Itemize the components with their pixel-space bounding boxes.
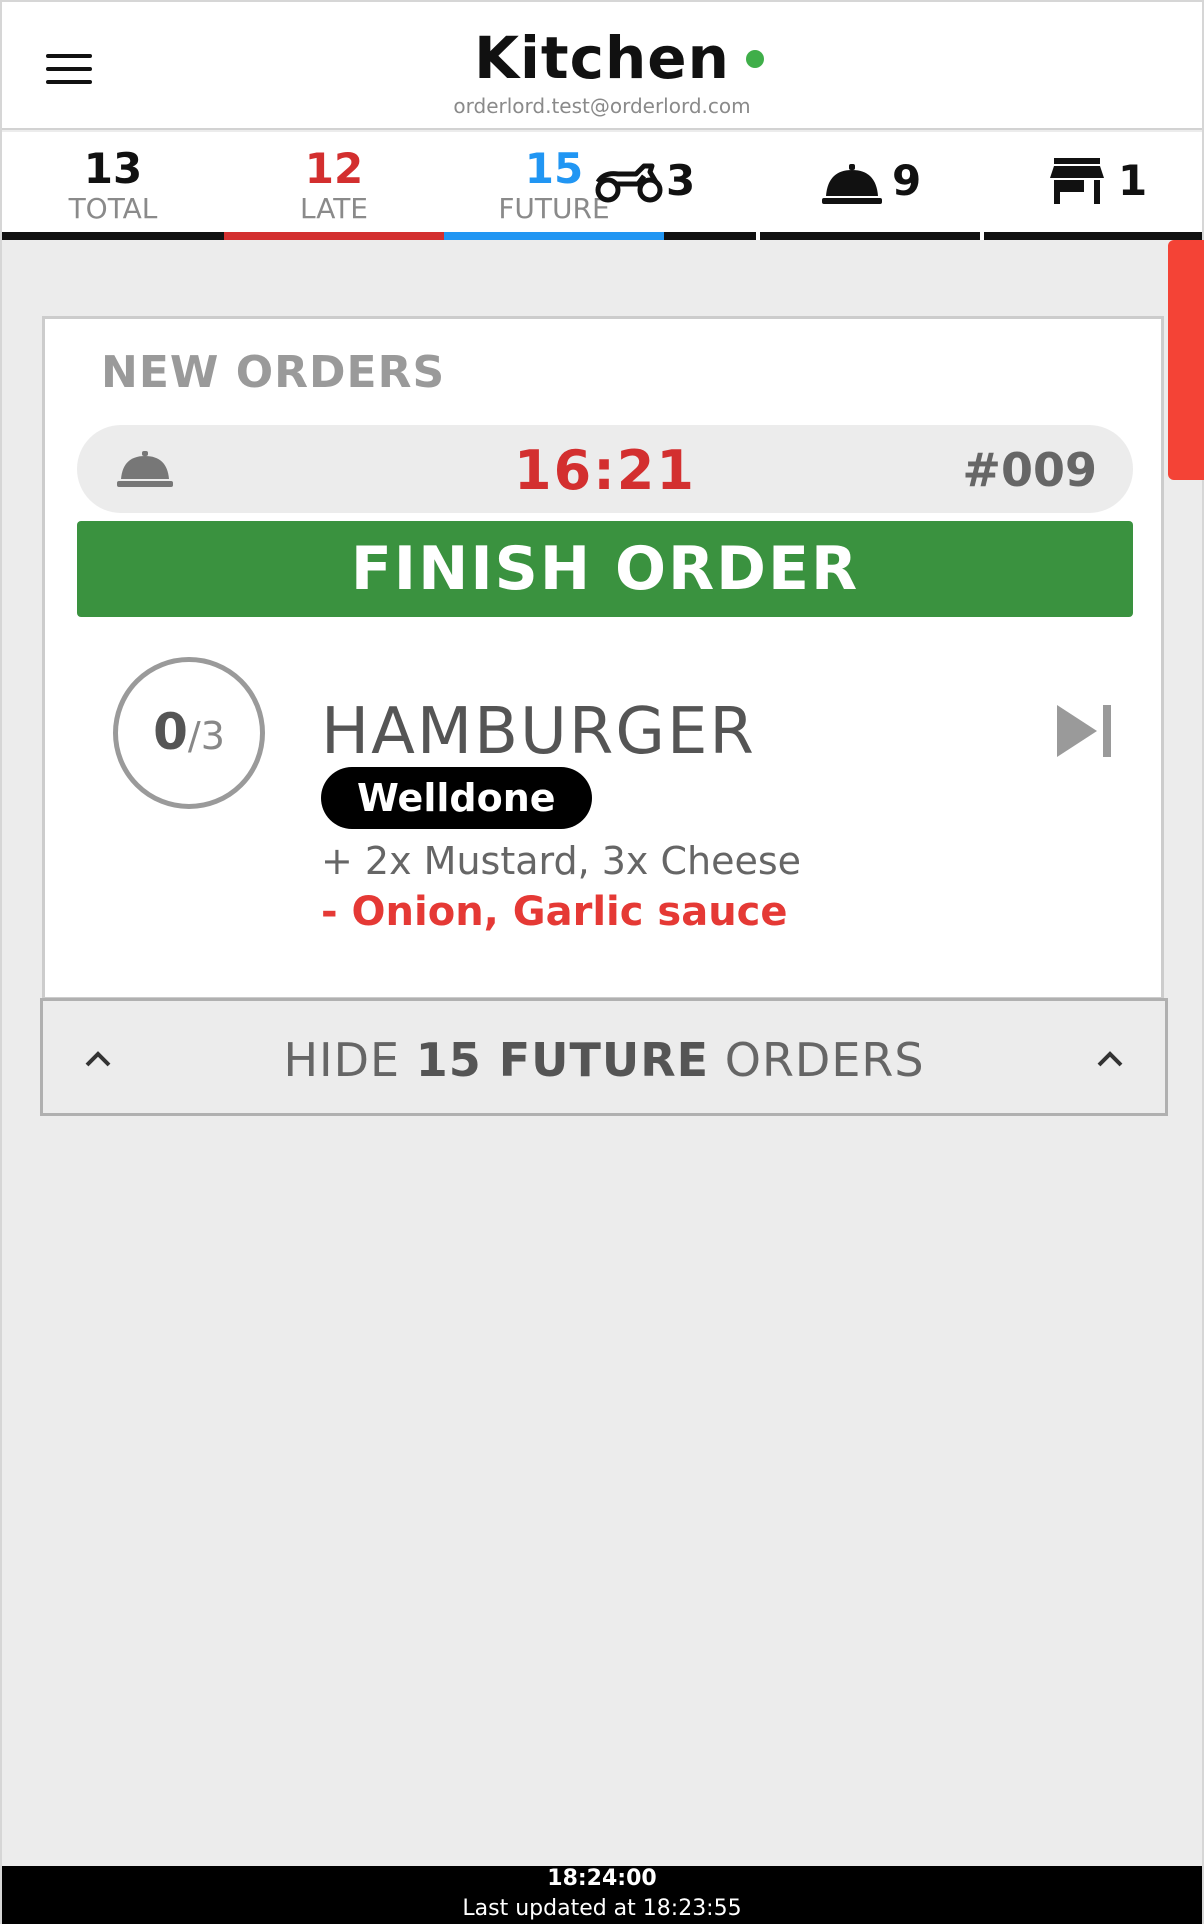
stats-bar: 13 TOTAL 12 LATE 15 FUTURE 3 9 1 (2, 132, 1202, 240)
tab-total[interactable]: 13 TOTAL (2, 132, 224, 240)
hide-future-orders-label: HIDE 15 FUTURE ORDERS (283, 1033, 925, 1087)
status-footer: 18:24:00 Last updated at 18:23:55 (2, 1866, 1202, 1924)
tab-late[interactable]: 12 LATE (224, 132, 444, 240)
tab-pickup[interactable]: 1 (984, 132, 1202, 240)
page-title: Kitchen (474, 24, 730, 92)
order-number: #009 (962, 443, 1097, 497)
skip-next-icon[interactable] (1055, 703, 1113, 759)
late-count: 12 (304, 144, 364, 193)
tab-dine-in[interactable]: 9 (760, 132, 980, 240)
cloche-icon (822, 164, 882, 204)
section-title: NEW ORDERS (101, 347, 446, 398)
total-count: 13 (83, 144, 143, 193)
last-updated: Last updated at 18:23:55 (462, 1896, 742, 1921)
progress-total: 3 (200, 714, 225, 758)
chevron-up-icon (1097, 1051, 1123, 1067)
item-extras: + 2x Mustard, 3x Cheese (321, 839, 802, 883)
item-name: HAMBURGER (321, 695, 756, 769)
tab-delivery[interactable]: 3 (595, 132, 756, 240)
item-modifier-badge: Welldone (321, 767, 592, 829)
dine-in-count: 9 (892, 156, 922, 205)
delivery-count: 3 (666, 156, 696, 205)
account-email: orderlord.test@orderlord.com (453, 94, 751, 118)
finish-order-button[interactable]: FINISH ORDER (77, 521, 1133, 617)
total-label: TOTAL (68, 192, 158, 225)
scooter-icon (595, 163, 663, 203)
new-orders-card: NEW ORDERS 16:21 #009 FINISH ORDER 0/3 H… (42, 316, 1164, 1000)
order-header[interactable]: 16:21 #009 (77, 425, 1133, 513)
current-time: 18:24:00 (547, 1866, 657, 1891)
item-removals: - Onion, Garlic sauce (321, 889, 788, 935)
hide-future-orders-button[interactable]: HIDE 15 FUTURE ORDERS (40, 998, 1168, 1116)
progress-separator: / (187, 714, 201, 758)
progress-done: 0 (153, 703, 188, 761)
late-label: LATE (299, 192, 369, 225)
app-header: Kitchen orderlord.test@orderlord.com (2, 2, 1202, 130)
pickup-count: 1 (1118, 156, 1148, 205)
online-status-indicator (746, 50, 764, 68)
store-icon (1050, 158, 1104, 204)
item-progress-counter[interactable]: 0/3 (113, 657, 265, 809)
scrollbar-thumb[interactable] (1168, 240, 1204, 480)
